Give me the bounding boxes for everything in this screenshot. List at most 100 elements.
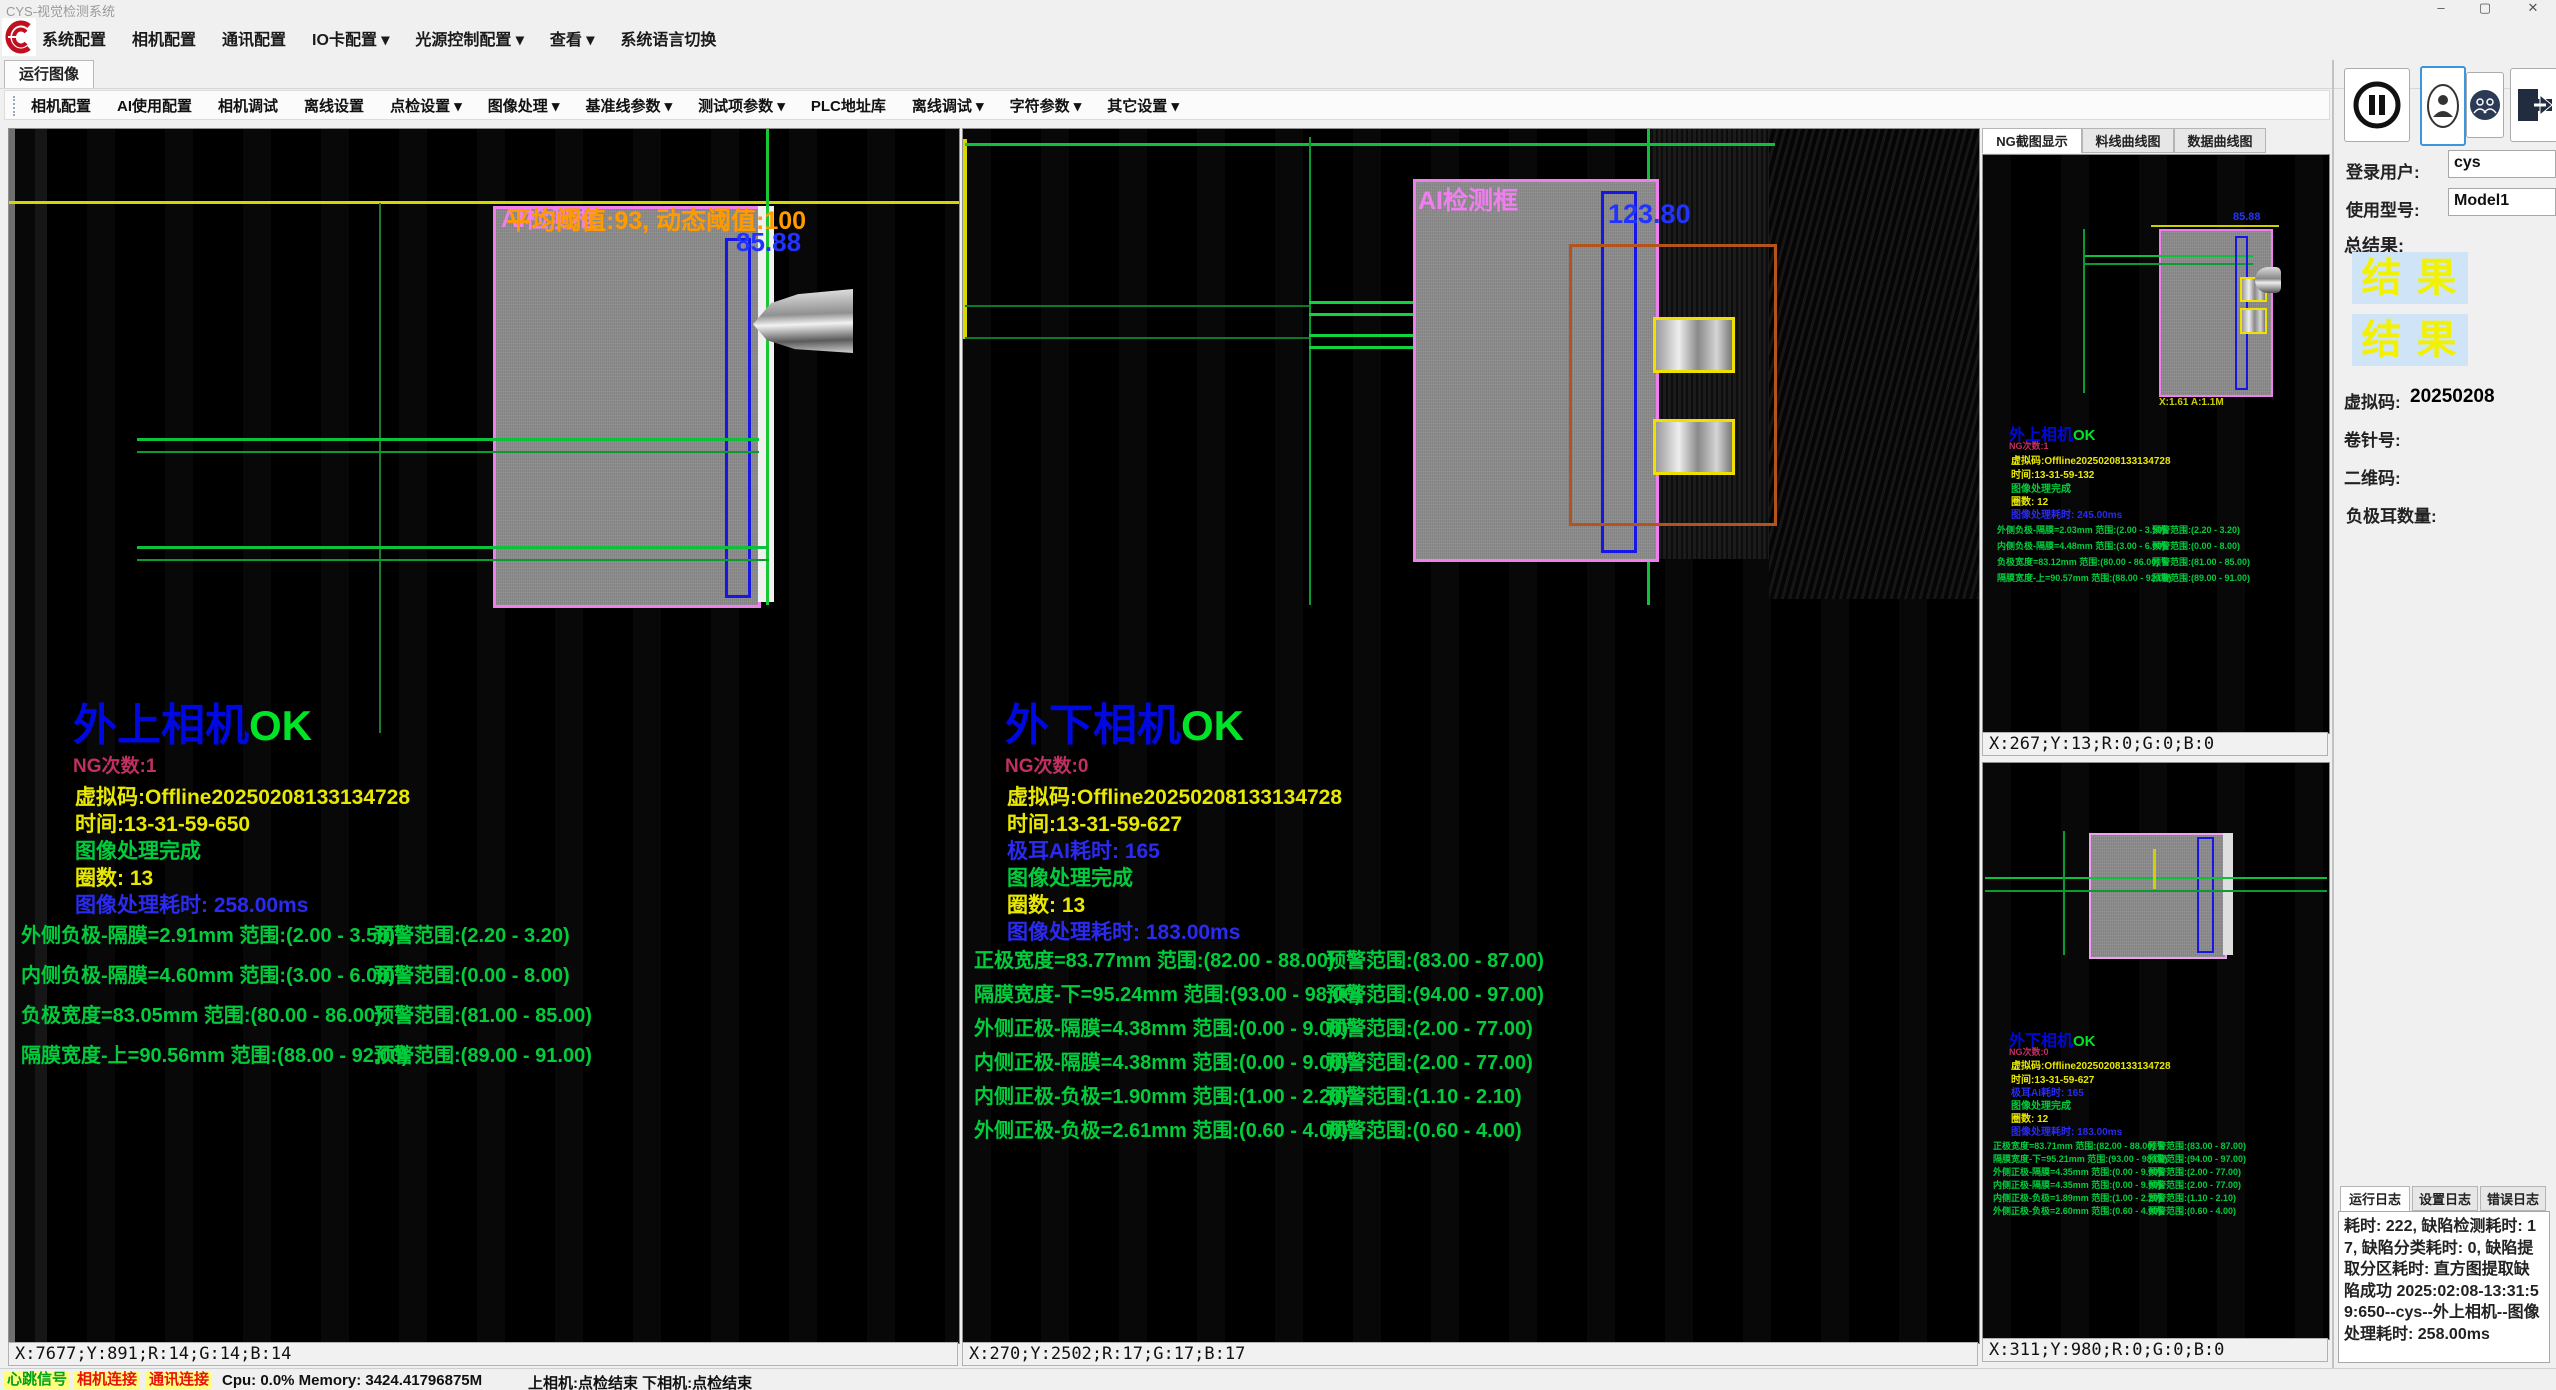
ref-line	[1985, 877, 2327, 879]
virtual-code-line: 虚拟码:Offline20250208133134728	[2011, 1057, 2171, 1072]
ng-count: NG次数:0	[1005, 751, 1088, 778]
menu-item[interactable]: 系统语言切换	[620, 26, 716, 50]
login-user-label: 登录用户:	[2346, 158, 2420, 183]
menu-item[interactable]: 查看 ▾	[550, 26, 594, 50]
exit-icon	[2514, 85, 2554, 125]
tab-line-curve[interactable]: 料线曲线图	[2082, 128, 2174, 153]
ng-lower-coords-bar: X:311;Y:980;R:0;G:0;B:0	[1982, 1338, 2328, 1362]
tab-data-curve[interactable]: 数据曲线图	[2174, 128, 2266, 153]
camera-view-upper[interactable]: AI检测框 平均阈值:93, 动态阈值:100 85.88 外上相机OK NG次…	[8, 128, 960, 1344]
tab-settings-log[interactable]: 设置日志	[2412, 1186, 2478, 1211]
process-time-line: 图像处理耗时: 183.00ms	[2011, 1123, 2122, 1138]
tab-detect-box	[1653, 419, 1735, 475]
menu-item[interactable]: 通讯配置	[222, 26, 286, 50]
ref-line	[1309, 346, 1413, 349]
ref-line	[137, 451, 759, 453]
lower-camera-coords-bar: X:270;Y:2502;R:17;G:17;B:17	[962, 1342, 1978, 1366]
toolbar-item[interactable]: 测试项参数 ▾	[698, 95, 785, 116]
menu-item[interactable]: 相机配置	[132, 26, 196, 50]
menu-bar: 系统配置 相机配置 通讯配置 IO卡配置 ▾ 光源控制配置 ▾ 查看 ▾ 系统语言切换	[0, 18, 2556, 58]
toolbar-item[interactable]: 相机配置	[31, 95, 91, 116]
virtual-code-label: 虚拟码:	[2344, 388, 2401, 413]
ng-count: NG次数:1	[2009, 439, 2049, 452]
toolbar-item[interactable]: 其它设置 ▾	[1107, 95, 1179, 116]
camera-name: 外上相机	[73, 701, 249, 750]
edge-value-label: 123.80	[1608, 199, 1691, 230]
yellow-marker	[2153, 849, 2156, 889]
login-user-field[interactable]: cys	[2448, 150, 2556, 178]
green-top-line	[965, 143, 1775, 146]
baseline-yellow-line	[2151, 225, 2279, 227]
edge-value-label: 85.88	[736, 227, 801, 258]
baseline-yellow-line	[9, 201, 959, 204]
comm-link-indicator: 通讯连接	[146, 1371, 212, 1389]
process-time-line: 图像处理耗时: 245.00ms	[2011, 506, 2122, 521]
ai-box-label: AI检测框	[1418, 181, 1518, 217]
virtual-code-line: 虚拟码:Offline20250208133134728	[75, 781, 410, 811]
process-done-line: 图像处理完成	[1007, 862, 1133, 892]
ng-count: NG次数:1	[73, 751, 156, 778]
ai-time-line: 极耳AI耗时: 165	[1007, 835, 1160, 865]
sidebar-divider	[2332, 60, 2334, 1368]
toolbar-item[interactable]: 图像处理 ▾	[488, 95, 560, 116]
pause-button[interactable]	[2344, 68, 2410, 142]
roi-orange-box	[1569, 244, 1777, 526]
anode-tab-count-label: 负极耳数量:	[2346, 502, 2437, 527]
user-button[interactable]	[2420, 66, 2466, 146]
users-group-button[interactable]	[2466, 72, 2504, 138]
process-time-line: 图像处理耗时: 183.00ms	[1007, 916, 1240, 946]
tab-run-log[interactable]: 运行日志	[2340, 1186, 2410, 1211]
title-bar: CYS-视觉检测系统 – ▢ ✕	[0, 0, 2556, 18]
ref-line	[2083, 255, 2253, 257]
ref-line	[1309, 313, 1413, 316]
time-line: 时间:13-31-59-650	[75, 808, 250, 838]
result-badge-upper: 结 果	[2352, 252, 2468, 304]
ref-line	[2083, 263, 2253, 265]
process-time-line: 图像处理耗时: 258.00ms	[75, 889, 308, 919]
ref-line	[1985, 890, 2327, 892]
minimize-icon[interactable]: –	[2424, 0, 2458, 17]
users-group-icon	[2469, 89, 2501, 121]
qr-code-label: 二维码:	[2344, 464, 2401, 489]
ref-line	[1309, 301, 1413, 304]
winder-number-label: 卷针号:	[2344, 426, 2401, 451]
ng-snapshot-upper[interactable]: 85.88 X:1.61 A:1.1M 外上相机OK NG次数:1 虚拟码:Of…	[1982, 154, 2330, 734]
maximize-icon[interactable]: ▢	[2468, 0, 2502, 17]
model-field[interactable]: Model1	[2448, 188, 2556, 216]
loop-count-line: 圈数: 13	[75, 862, 153, 892]
ng-snapshot-lower[interactable]: 外下相机OK NG次数:0 虚拟码:Offline202502081331347…	[1982, 762, 2330, 1340]
tab-ng-snapshot[interactable]: NG截图显示	[1982, 128, 2082, 153]
cpu-memory-readout: Cpu: 0.0% Memory: 3424.41796875M	[222, 1372, 482, 1389]
close-icon[interactable]: ✕	[2516, 0, 2550, 17]
camera-view-lower[interactable]: AI检测框 123.80 外下相机OK NG次数:0 虚拟码:Offline20…	[962, 128, 1980, 1344]
menu-item[interactable]: IO卡配置 ▾	[312, 26, 389, 50]
measure-blue-box	[725, 238, 751, 598]
toolbar-item[interactable]: PLC地址库	[811, 95, 886, 116]
exit-button[interactable]	[2510, 68, 2556, 142]
ref-line	[137, 438, 759, 441]
toolbar-item[interactable]: 基准线参数 ▾	[585, 95, 672, 116]
green-vertical-line	[1309, 137, 1311, 605]
toolbar-item[interactable]: 字符参数 ▾	[1010, 95, 1082, 116]
user-icon	[2426, 83, 2460, 129]
tab-error-log[interactable]: 错误日志	[2480, 1186, 2546, 1211]
model-label: 使用型号:	[2346, 196, 2420, 221]
toolbar-item[interactable]: 相机调试	[218, 95, 278, 116]
yellow-edge-line	[963, 139, 967, 339]
menu-item[interactable]: 系统配置	[42, 26, 106, 50]
log-text-area[interactable]: 耗时: 222, 缺陷检测耗时: 17, 缺陷分类耗时: 0, 缺陷提取分区耗时…	[2338, 1211, 2550, 1363]
tab-run-image[interactable]: 运行图像	[4, 60, 94, 88]
toolbar-item[interactable]: 离线调试 ▾	[912, 95, 984, 116]
app-window: CYS-视觉检测系统 – ▢ ✕ 系统配置相机配置通讯配置IO卡配置 ▾光源控制…	[0, 0, 2556, 1390]
status-bar: 心跳信号 相机连接 通讯连接 Cpu: 0.0% Memory: 3424.41…	[0, 1368, 2556, 1390]
result-ok: OK	[2073, 427, 2096, 444]
toolbar-item[interactable]: 点检设置 ▾	[390, 95, 462, 116]
toolbar-item[interactable]: AI使用配置	[117, 95, 192, 116]
toolbar-grip[interactable]	[13, 96, 19, 116]
ref-line	[1309, 334, 1413, 337]
toolbar-item[interactable]: 离线设置	[304, 95, 364, 116]
toolbar-items: 相机配置 AI使用配置 相机调试 离线设置 点检设置 ▾ 图像处理 ▾ 基准线参数 ▾ 测试项…	[31, 95, 1179, 116]
mini-measure-label: X:1.61 A:1.1M	[2159, 397, 2224, 408]
tab-detect-box	[2240, 308, 2267, 334]
menu-item[interactable]: 光源控制配置 ▾	[415, 26, 523, 50]
